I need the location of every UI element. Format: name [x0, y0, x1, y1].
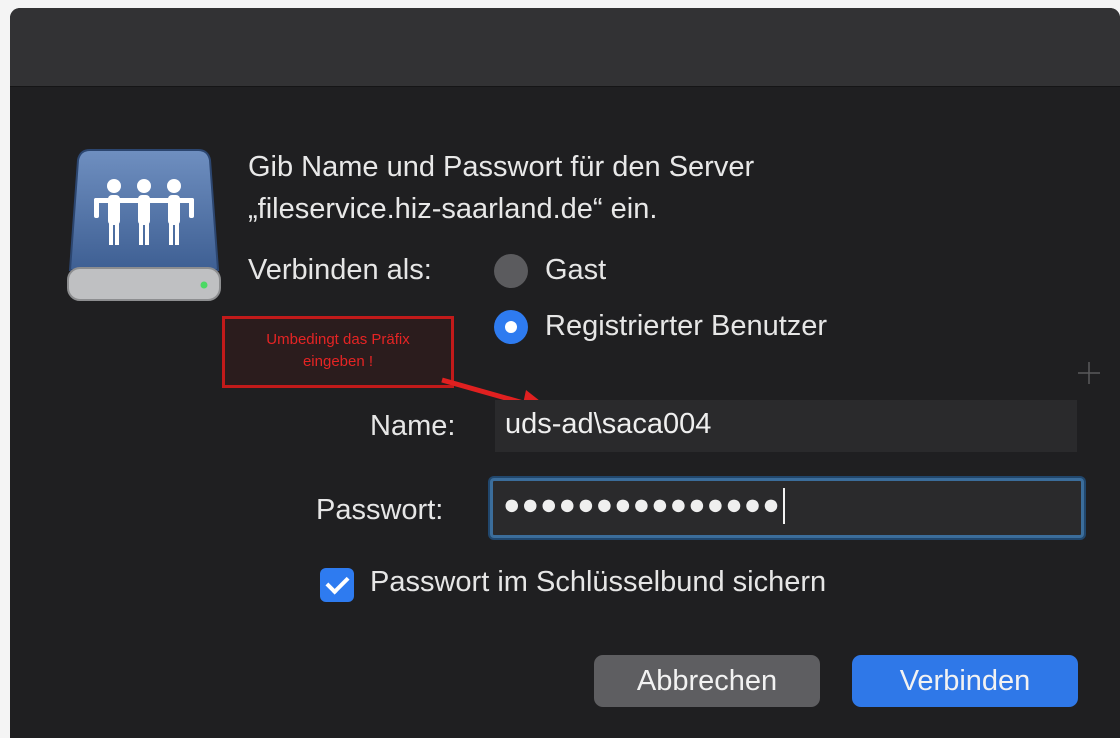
- radio-registered-user-label[interactable]: Registrierter Benutzer: [545, 310, 827, 343]
- crosshair-icon: [1078, 362, 1100, 384]
- connect-as-label: Verbinden als:: [248, 254, 432, 286]
- radio-guest-label[interactable]: Gast: [545, 254, 606, 287]
- cancel-button[interactable]: Abbrechen: [594, 655, 820, 707]
- name-field[interactable]: uds-ad\saca004: [495, 400, 1077, 452]
- shared-server-icon: [67, 149, 221, 301]
- connect-button[interactable]: Verbinden: [852, 655, 1078, 707]
- dialog-prompt: Gib Name und Passwort für den Server „fi…: [248, 146, 1008, 230]
- name-label: Name:: [370, 410, 456, 442]
- keychain-checkbox[interactable]: [320, 568, 354, 602]
- password-field[interactable]: ●●●●●●●●●●●●●●●: [490, 478, 1084, 538]
- prompt-line-1: Gib Name und Passwort für den Server: [248, 151, 755, 183]
- annotation-line-2: eingeben !: [302, 353, 374, 370]
- prompt-line-2: „fileservice.hiz-saarland.de“ ein.: [248, 193, 658, 225]
- password-label: Passwort:: [316, 494, 444, 526]
- annotation-box: Umbedingt das Präfix eingeben !: [222, 316, 454, 388]
- radio-registered-user[interactable]: [494, 310, 528, 344]
- radio-guest[interactable]: [494, 254, 528, 288]
- text-caret: [782, 488, 785, 525]
- title-bar[interactable]: [10, 8, 1120, 87]
- annotation-line-1: Umbedingt das Präfix: [266, 331, 410, 348]
- connect-dialog-window: Gib Name und Passwort für den Server „fi…: [10, 8, 1120, 738]
- password-value: ●●●●●●●●●●●●●●●: [503, 489, 781, 521]
- keychain-checkbox-label[interactable]: Passwort im Schlüsselbund sichern: [370, 566, 826, 599]
